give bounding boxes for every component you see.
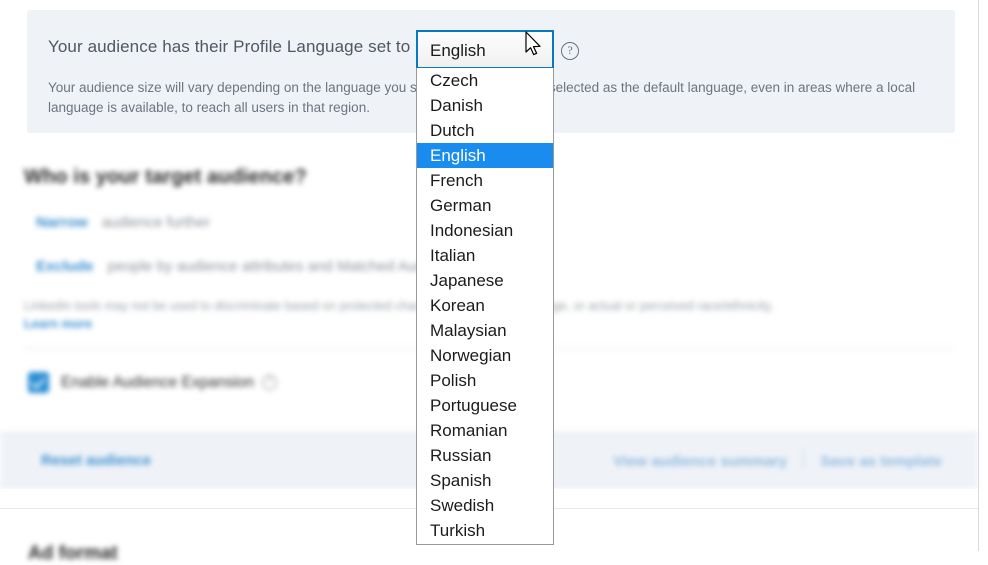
- option-czech[interactable]: Czech: [417, 68, 553, 93]
- exclude-audience-row: Exclude people by audience attributes and…: [36, 258, 468, 275]
- audience-expansion-help-icon[interactable]: ?: [262, 375, 278, 390]
- option-indonesian[interactable]: Indonesian: [417, 218, 553, 243]
- option-spanish[interactable]: Spanish: [417, 468, 553, 493]
- profile-language-help-icon[interactable]: ?: [561, 42, 579, 60]
- option-russian[interactable]: Russian: [417, 443, 553, 468]
- profile-language-select[interactable]: English: [416, 30, 554, 69]
- audience-expansion-row: Enable Audience Expansion ?: [28, 372, 278, 393]
- option-korean[interactable]: Korean: [417, 293, 553, 318]
- learn-more-link[interactable]: Learn more: [24, 317, 92, 331]
- enable-audience-expansion-checkbox[interactable]: [28, 372, 49, 393]
- option-english[interactable]: English: [417, 143, 553, 168]
- ad-format-heading: Ad format: [28, 543, 118, 564]
- reset-audience-button[interactable]: Reset audience: [41, 452, 151, 469]
- option-romanian[interactable]: Romanian: [417, 418, 553, 443]
- option-swedish[interactable]: Swedish: [417, 493, 553, 518]
- option-german[interactable]: German: [417, 193, 553, 218]
- option-malaysian[interactable]: Malaysian: [417, 318, 553, 343]
- exclude-audience-text: people by audience attributes and Matche…: [107, 258, 468, 275]
- narrow-audience-text: audience further: [101, 214, 211, 231]
- option-french[interactable]: French: [417, 168, 553, 193]
- profile-language-banner-title: Your audience has their Profile Language…: [48, 37, 411, 56]
- profile-language-option-list[interactable]: Czech Danish Dutch English French German Indon…: [416, 68, 554, 545]
- exclude-audience-link[interactable]: Exclude: [36, 258, 94, 275]
- option-danish[interactable]: Danish: [417, 93, 553, 118]
- page-title: Who is your target audience?: [24, 166, 307, 188]
- option-dutch[interactable]: Dutch: [417, 118, 553, 143]
- save-as-template-button[interactable]: Save as template: [820, 453, 942, 470]
- option-portuguese[interactable]: Portuguese: [417, 393, 553, 418]
- page-right-border: [978, 0, 979, 551]
- profile-language-select-value: English: [430, 41, 486, 60]
- enable-audience-expansion-label: Enable Audience Expansion: [61, 373, 255, 391]
- footer-right-actions: View audience summary Save as template: [613, 448, 942, 470]
- campaign-audience-page: Who is your target audience? Narrow audie…: [0, 0, 988, 564]
- footer-divider: [803, 448, 805, 470]
- option-polish[interactable]: Polish: [417, 368, 553, 393]
- option-japanese[interactable]: Japanese: [417, 268, 553, 293]
- narrow-audience-row: Narrow audience further: [36, 214, 210, 231]
- option-turkish[interactable]: Turkish: [417, 518, 553, 543]
- view-audience-summary-button[interactable]: View audience summary: [613, 453, 787, 470]
- option-norwegian[interactable]: Norwegian: [417, 343, 553, 368]
- narrow-audience-link[interactable]: Narrow: [36, 214, 88, 231]
- option-italian[interactable]: Italian: [417, 243, 553, 268]
